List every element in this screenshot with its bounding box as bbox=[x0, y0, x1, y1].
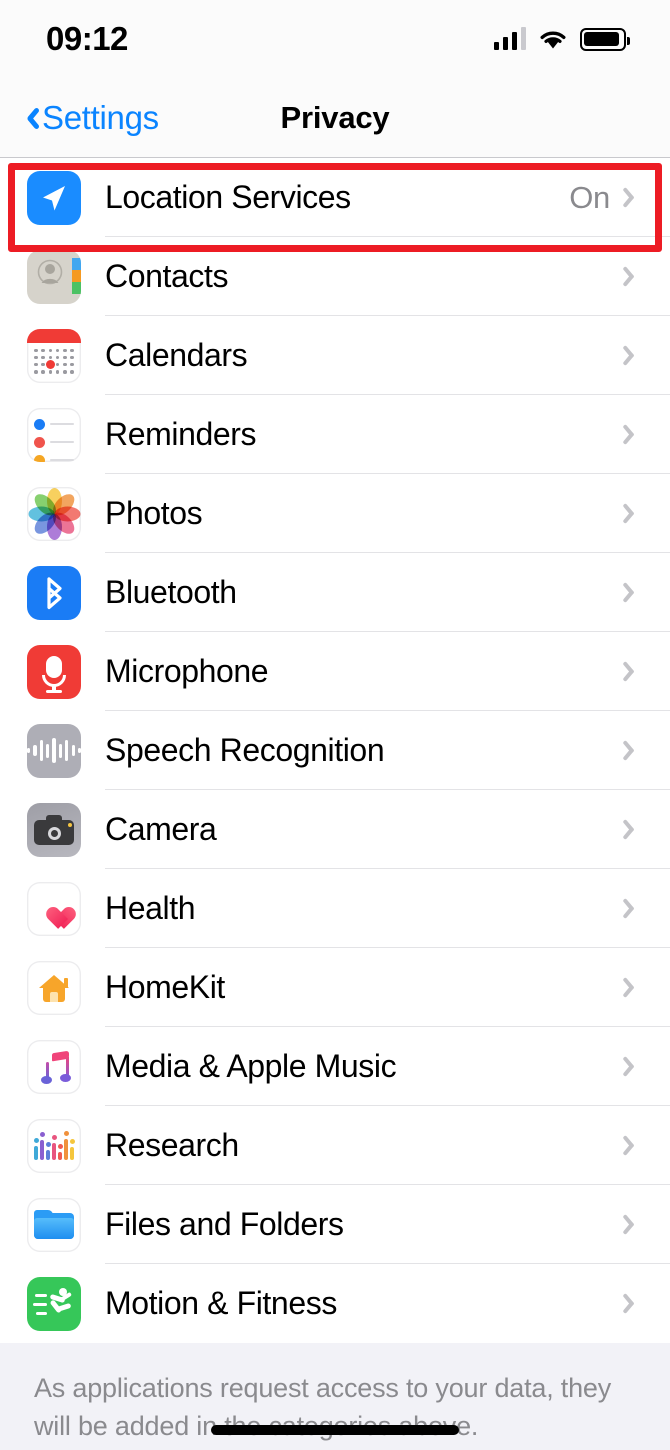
battery-full-icon bbox=[580, 27, 631, 51]
chevron-right-icon bbox=[627, 422, 642, 448]
health-heart-icon bbox=[27, 881, 81, 936]
back-button-settings[interactable]: Settings bbox=[22, 99, 159, 137]
settings-row-label: Microphone bbox=[105, 653, 269, 689]
settings-row-label: Motion & Fitness bbox=[105, 1285, 337, 1321]
chevron-right-icon bbox=[627, 975, 642, 1001]
settings-row-label: HomeKit bbox=[105, 969, 225, 1005]
nav-bar: Settings Privacy bbox=[0, 78, 670, 158]
settings-row-contacts[interactable]: Contacts bbox=[0, 237, 670, 316]
bluetooth-icon bbox=[27, 565, 81, 620]
chevron-right-icon bbox=[627, 659, 642, 685]
settings-row-camera[interactable]: Camera bbox=[0, 790, 670, 869]
settings-row-microphone[interactable]: Microphone bbox=[0, 632, 670, 711]
camera-icon bbox=[27, 802, 81, 857]
privacy-settings-screen: 09:12 Settings Privacy Location Services… bbox=[0, 0, 670, 1450]
contacts-color-tabs bbox=[72, 257, 81, 294]
settings-row-media-apple-music[interactable]: Media & Apple Music bbox=[0, 1027, 670, 1106]
settings-row-photos[interactable]: Photos bbox=[0, 474, 670, 553]
status-bar-indicators bbox=[493, 27, 631, 51]
settings-row-reminders[interactable]: Reminders bbox=[0, 395, 670, 474]
photos-icon bbox=[27, 486, 81, 541]
settings-row-label: Calendars bbox=[105, 337, 248, 373]
settings-row-label: Location Services bbox=[105, 179, 351, 215]
settings-row-label: Health bbox=[105, 890, 196, 926]
privacy-settings-list: Location Services On Contacts Calendars … bbox=[0, 158, 670, 1343]
settings-row-label: Reminders bbox=[105, 416, 257, 452]
chevron-right-icon bbox=[627, 738, 642, 764]
wifi-icon bbox=[539, 29, 567, 50]
cellular-bars-icon bbox=[493, 27, 526, 50]
settings-row-label: Bluetooth bbox=[105, 574, 237, 610]
status-bar-clock: 09:12 bbox=[46, 20, 128, 57]
chevron-left-icon bbox=[22, 105, 37, 131]
settings-row-label: Files and Folders bbox=[105, 1206, 344, 1242]
settings-row-label: Research bbox=[105, 1127, 239, 1163]
settings-row-label: Camera bbox=[105, 811, 217, 847]
chevron-right-icon bbox=[627, 185, 642, 211]
homekit-house-icon bbox=[27, 960, 81, 1015]
settings-row-speech-recognition[interactable]: Speech Recognition bbox=[0, 711, 670, 790]
chevron-right-icon bbox=[627, 896, 642, 922]
research-chart-icon bbox=[27, 1118, 81, 1173]
location-arrow-icon bbox=[27, 170, 81, 225]
folder-icon bbox=[27, 1197, 81, 1252]
settings-row-label: Photos bbox=[105, 495, 203, 531]
motion-runner-icon bbox=[27, 1276, 81, 1331]
chevron-right-icon bbox=[627, 501, 642, 527]
speech-waveform-icon bbox=[27, 723, 81, 778]
settings-row-motion-and-fitness[interactable]: Motion & Fitness bbox=[0, 1264, 670, 1343]
list-footer: As applications request access to your d… bbox=[0, 1345, 670, 1450]
settings-row-bluetooth[interactable]: Bluetooth bbox=[0, 553, 670, 632]
home-indicator[interactable] bbox=[211, 1425, 459, 1435]
calendar-icon bbox=[27, 328, 81, 383]
status-bar: 09:12 bbox=[0, 0, 670, 78]
chevron-right-icon bbox=[627, 1133, 642, 1159]
settings-row-homekit[interactable]: HomeKit bbox=[0, 948, 670, 1027]
microphone-icon bbox=[27, 644, 81, 699]
back-button-label: Settings bbox=[42, 98, 159, 136]
chevron-right-icon bbox=[627, 1291, 642, 1317]
settings-row-health[interactable]: Health bbox=[0, 869, 670, 948]
chevron-right-icon bbox=[627, 264, 642, 290]
settings-row-label: Speech Recognition bbox=[105, 732, 385, 768]
settings-row-location-services[interactable]: Location Services On bbox=[0, 158, 670, 237]
chevron-right-icon bbox=[627, 1212, 642, 1238]
settings-row-files-and-folders[interactable]: Files and Folders bbox=[0, 1185, 670, 1264]
chevron-right-icon bbox=[627, 817, 642, 843]
music-note-icon bbox=[27, 1039, 81, 1094]
contacts-icon bbox=[27, 249, 81, 304]
settings-row-label: Media & Apple Music bbox=[105, 1048, 397, 1084]
settings-row-value: On bbox=[569, 179, 610, 215]
reminders-icon bbox=[27, 407, 81, 462]
chevron-right-icon bbox=[627, 343, 642, 369]
settings-row-calendars[interactable]: Calendars bbox=[0, 316, 670, 395]
chevron-right-icon bbox=[627, 580, 642, 606]
settings-row-research[interactable]: Research bbox=[0, 1106, 670, 1185]
settings-row-label: Contacts bbox=[105, 258, 229, 294]
chevron-right-icon bbox=[627, 1054, 642, 1080]
